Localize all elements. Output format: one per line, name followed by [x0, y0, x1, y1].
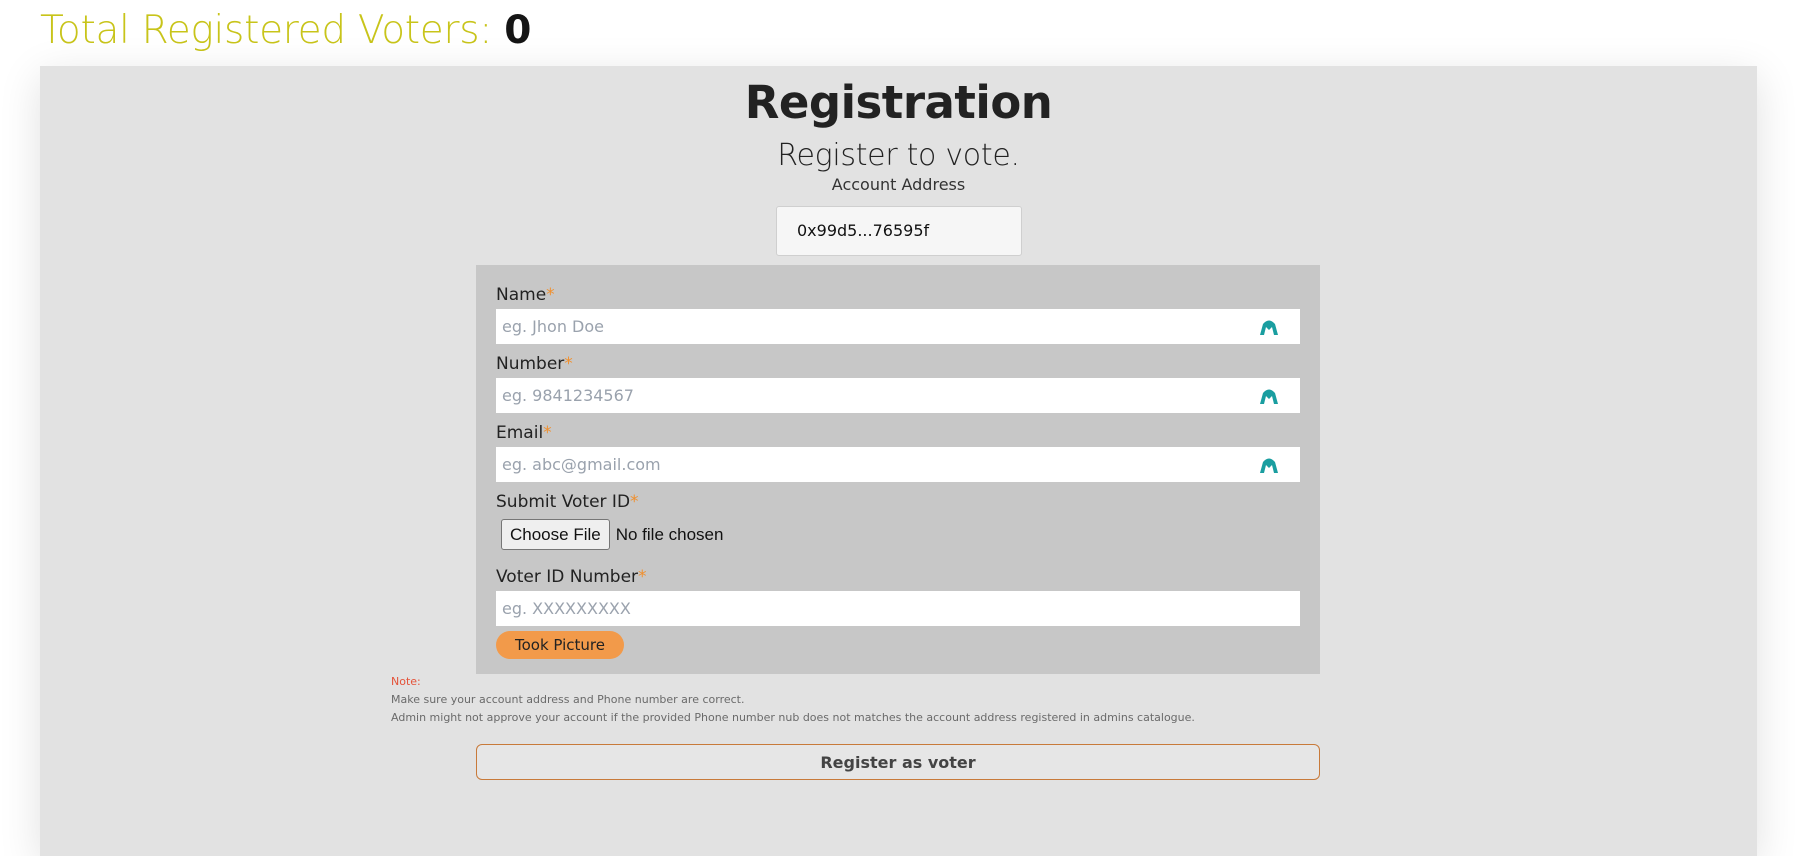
name-label: Name*: [496, 285, 555, 305]
note-section: Note: Make sure your account address and…: [391, 673, 1195, 727]
note-title: Note:: [391, 675, 421, 688]
page-title: Registration: [744, 76, 1053, 129]
registration-form: Name* Number* Email* Submit Voter ID* Ch…: [476, 265, 1320, 674]
voter-id-number-input[interactable]: [496, 591, 1300, 626]
required-mark: *: [638, 567, 647, 587]
file-status: No file chosen: [615, 524, 724, 544]
registration-panel: Registration Register to vote. Account A…: [40, 66, 1757, 856]
page-subtitle: Register to vote.: [777, 138, 1020, 173]
email-label: Email*: [496, 423, 552, 443]
voter-id-file-label: Submit Voter ID*: [496, 492, 639, 512]
autofill-icon[interactable]: [1258, 316, 1280, 338]
took-picture-button[interactable]: Took Picture: [496, 631, 624, 659]
account-address-field: 0x99d5...76595f: [776, 206, 1022, 256]
autofill-icon[interactable]: [1258, 385, 1280, 407]
email-input[interactable]: [496, 447, 1300, 482]
note-line-1: Make sure your account address and Phone…: [391, 693, 745, 706]
required-mark: *: [546, 285, 555, 305]
note-line-2: Admin might not approve your account if …: [391, 711, 1195, 724]
number-input[interactable]: [496, 378, 1300, 413]
autofill-icon[interactable]: [1258, 454, 1280, 476]
registered-voters-label: Total Registered Voters:: [40, 8, 505, 53]
registered-voters-count: Total Registered Voters: 0: [40, 6, 531, 56]
required-mark: *: [564, 354, 573, 374]
number-label: Number*: [496, 354, 573, 374]
register-as-voter-button[interactable]: Register as voter: [476, 744, 1320, 780]
choose-file-button[interactable]: Choose File: [501, 519, 610, 550]
voter-id-file-input: Choose File No file chosen: [501, 519, 723, 550]
required-mark: *: [543, 423, 552, 443]
account-address-label: Account Address: [831, 175, 966, 194]
voter-id-number-label: Voter ID Number*: [496, 567, 647, 587]
registered-voters-value: 0: [504, 8, 532, 53]
name-input[interactable]: [496, 309, 1300, 344]
required-mark: *: [630, 492, 639, 512]
